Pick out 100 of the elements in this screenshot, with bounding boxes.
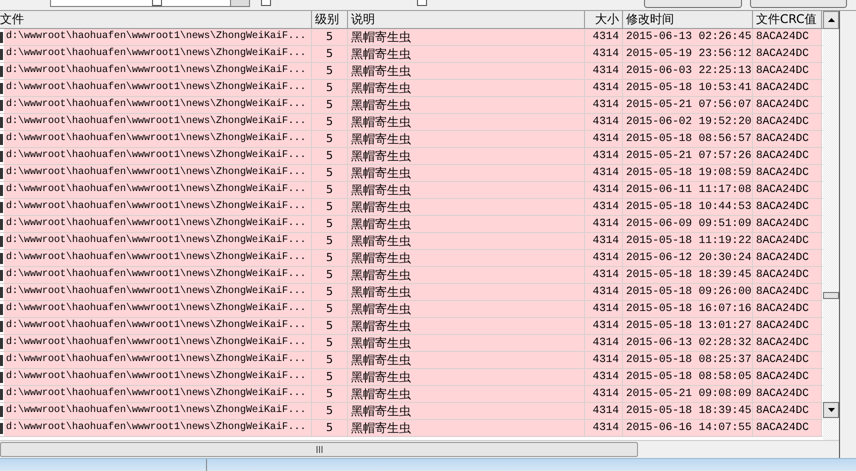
table-cell: 黑帽寄生虫 xyxy=(348,148,585,165)
scrollbar-thumb[interactable] xyxy=(0,442,638,457)
table-cell: 8ACA24DC xyxy=(753,318,822,335)
table-cell: 黑帽寄生虫 xyxy=(348,199,585,216)
table-cell: 2015-05-18 19:08:59 xyxy=(623,165,753,182)
table-cell: 5 xyxy=(312,46,348,63)
table-cell: d:\wwwroot\haohuafen\wwwroot1\news\ZhongWeiKaiF... xyxy=(4,420,312,437)
table-cell: 4314 xyxy=(585,352,623,369)
table-cell: d:\wwwroot\haohuafen\wwwroot1\news\ZhongWeiKaiF... xyxy=(4,148,312,165)
table-cell: 黑帽寄生虫 xyxy=(348,114,585,131)
table-cell: d:\wwwroot\haohuafen\wwwroot1\news\ZhongWeiKaiF... xyxy=(4,403,312,420)
table-cell: 8ACA24DC xyxy=(753,301,822,318)
table-cell: 8ACA24DC xyxy=(753,369,822,386)
table-cell: 8ACA24DC xyxy=(753,148,822,165)
table-cell: 8ACA24DC xyxy=(753,386,822,403)
table-cell: 5 xyxy=(312,335,348,352)
table-cell: 4314 xyxy=(585,131,623,148)
table-cell: 8ACA24DC xyxy=(753,165,822,182)
table-cell: 黑帽寄生虫 xyxy=(348,284,585,301)
table-cell: 黑帽寄生虫 xyxy=(348,267,585,284)
table-cell: 5 xyxy=(312,420,348,437)
table-cell: d:\wwwroot\haohuafen\wwwroot1\news\ZhongWeiKaiF... xyxy=(4,46,312,63)
table-cell: 5 xyxy=(312,301,348,318)
column-header[interactable]: 说明 xyxy=(348,11,585,29)
row-marker xyxy=(0,134,3,144)
column-header[interactable]: 修改时间 xyxy=(623,11,753,29)
table-cell: 黑帽寄生虫 xyxy=(348,46,585,63)
table-cell: 4314 xyxy=(585,267,623,284)
table-cell: 黑帽寄生虫 xyxy=(348,131,585,148)
table-cell: 2015-06-16 14:07:55 xyxy=(623,420,753,437)
row-marker xyxy=(0,270,3,280)
row-marker xyxy=(0,184,3,196)
table-cell: 黑帽寄生虫 xyxy=(348,63,585,80)
table-cell: 2015-05-19 23:56:12 xyxy=(623,46,753,63)
horizontal-scrollbar[interactable] xyxy=(0,440,839,458)
table-cell: 8ACA24DC xyxy=(753,267,822,284)
column-header[interactable]: 文件 xyxy=(0,11,312,29)
scrollbar-thumb[interactable] xyxy=(823,292,839,299)
table-cell: 5 xyxy=(312,386,348,403)
table-cell: 4314 xyxy=(585,250,623,267)
row-marker xyxy=(0,338,3,348)
table-cell: 8ACA24DC xyxy=(753,335,822,352)
table-cell: 黑帽寄生虫 xyxy=(348,233,585,250)
row-marker xyxy=(0,100,3,110)
column-header[interactable]: 大小 xyxy=(585,11,623,29)
table-cell: 5 xyxy=(312,114,348,131)
row-marker xyxy=(0,286,3,298)
table-cell: d:\wwwroot\haohuafen\wwwroot1\news\ZhongWeiKaiF... xyxy=(4,250,312,267)
table-cell: d:\wwwroot\haohuafen\wwwroot1\news\ZhongWeiKaiF... xyxy=(4,369,312,386)
table-cell: 2015-06-13 02:28:32 xyxy=(623,335,753,352)
row-marker xyxy=(0,202,3,212)
row-marker xyxy=(0,168,3,178)
table-cell: 2015-06-02 19:52:20 xyxy=(623,114,753,131)
table-cell: 8ACA24DC xyxy=(753,216,822,233)
table-cell: 4314 xyxy=(585,114,623,131)
grip-icon xyxy=(316,446,322,453)
table-cell: 2015-05-18 08:58:05 xyxy=(623,369,753,386)
scroll-down-button[interactable] xyxy=(823,402,839,418)
table-cell: 2015-06-03 22:25:13 xyxy=(623,63,753,80)
up-arrow-icon xyxy=(828,18,834,22)
table-cell: 2015-06-13 02:26:45 xyxy=(623,29,753,46)
table-cell: d:\wwwroot\haohuafen\wwwroot1\news\ZhongWeiKaiF... xyxy=(4,233,312,250)
row-marker xyxy=(0,66,3,76)
table-cell: 黑帽寄生虫 xyxy=(348,29,585,46)
table-cell: 5 xyxy=(312,97,348,114)
table-cell: 4314 xyxy=(585,63,623,80)
table-cell: 8ACA24DC xyxy=(753,182,822,199)
table-cell: 8ACA24DC xyxy=(753,403,822,420)
table-cell: 8ACA24DC xyxy=(753,352,822,369)
table-cell: 4314 xyxy=(585,386,623,403)
table-cell: 4314 xyxy=(585,165,623,182)
table-cell: 黑帽寄生虫 xyxy=(348,420,585,437)
table-cell: 黑帽寄生虫 xyxy=(348,182,585,199)
table-cell: 4314 xyxy=(585,369,623,386)
table-cell: 5 xyxy=(312,29,348,46)
table-cell: 4314 xyxy=(585,97,623,114)
table-cell: 5 xyxy=(312,250,348,267)
row-marker xyxy=(0,150,3,162)
table-cell: 5 xyxy=(312,182,348,199)
table-cell: d:\wwwroot\haohuafen\wwwroot1\news\ZhongWeiKaiF... xyxy=(4,80,312,97)
table-cell: 5 xyxy=(312,318,348,335)
table-cell: 5 xyxy=(312,267,348,284)
row-marker xyxy=(0,372,3,382)
table-cell: 5 xyxy=(312,352,348,369)
table-cell: 5 xyxy=(312,165,348,182)
row-marker xyxy=(0,422,3,434)
table-cell: 2015-05-18 11:19:22 xyxy=(623,233,753,250)
column-header[interactable]: 文件CRC值 xyxy=(753,11,822,29)
table-cell: 4314 xyxy=(585,216,623,233)
table-cell: 8ACA24DC xyxy=(753,250,822,267)
column-header[interactable]: 级别 xyxy=(312,11,348,29)
row-marker xyxy=(0,406,3,416)
table-cell: d:\wwwroot\haohuafen\wwwroot1\news\ZhongWeiKaiF... xyxy=(4,63,312,80)
table-cell: 4314 xyxy=(585,335,623,352)
vertical-scrollbar[interactable] xyxy=(823,29,839,440)
row-marker xyxy=(0,116,3,128)
table-cell: 5 xyxy=(312,131,348,148)
table-cell: 8ACA24DC xyxy=(753,114,822,131)
table-cell: 5 xyxy=(312,148,348,165)
scroll-up-button[interactable] xyxy=(823,11,839,29)
